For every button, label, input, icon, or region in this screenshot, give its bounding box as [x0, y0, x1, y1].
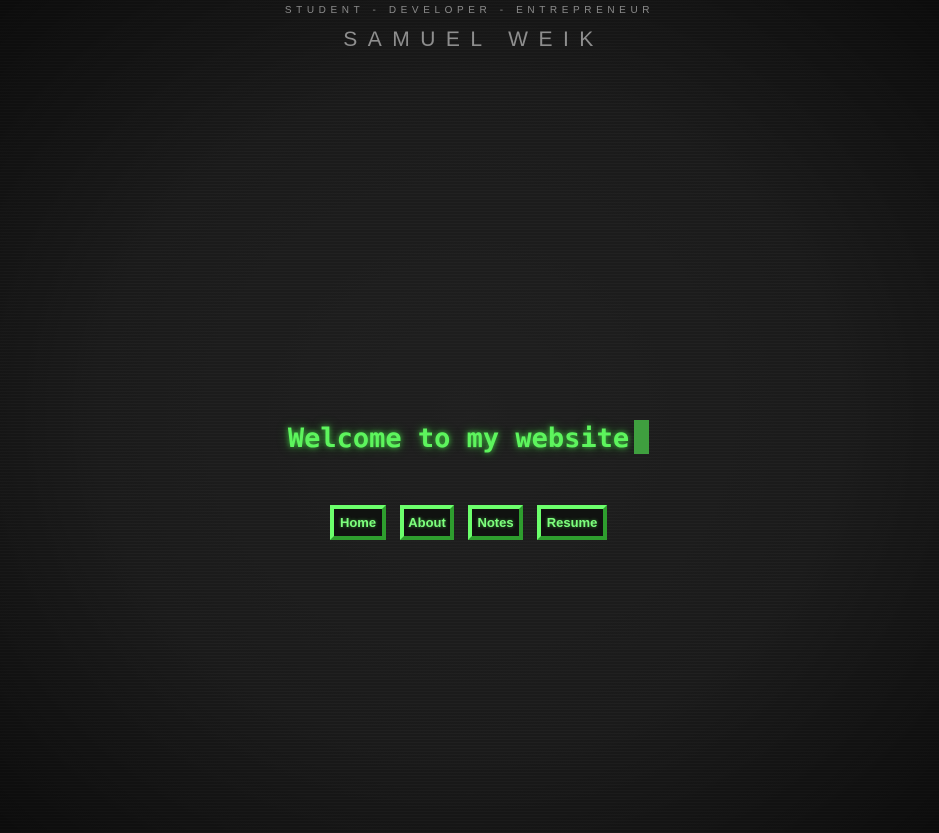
- tagline-student: STUDENT: [284, 5, 365, 16]
- terminal-cursor: [634, 420, 650, 454]
- tagline-developer: DEVELOPER: [388, 5, 492, 16]
- header-tagline: STUDENT - DEVELOPER - ENTREPRENEUR: [0, 5, 939, 16]
- nav-home-button[interactable]: Home: [330, 505, 386, 540]
- tagline-entrepreneur: ENTREPRENEUR: [516, 5, 655, 16]
- tagline-separator: -: [499, 5, 508, 16]
- nav-notes-button[interactable]: Notes: [468, 505, 523, 540]
- welcome-heading: Welcome to my website: [287, 423, 630, 454]
- main-nav: Home About Notes Resume: [330, 505, 607, 540]
- hero: Welcome to my website: [0, 420, 939, 457]
- nav-about-button[interactable]: About: [400, 505, 454, 540]
- site-owner-name: SAMUEL WEIK: [343, 28, 604, 51]
- tagline-separator: -: [372, 5, 381, 16]
- nav-resume-button[interactable]: Resume: [537, 505, 607, 540]
